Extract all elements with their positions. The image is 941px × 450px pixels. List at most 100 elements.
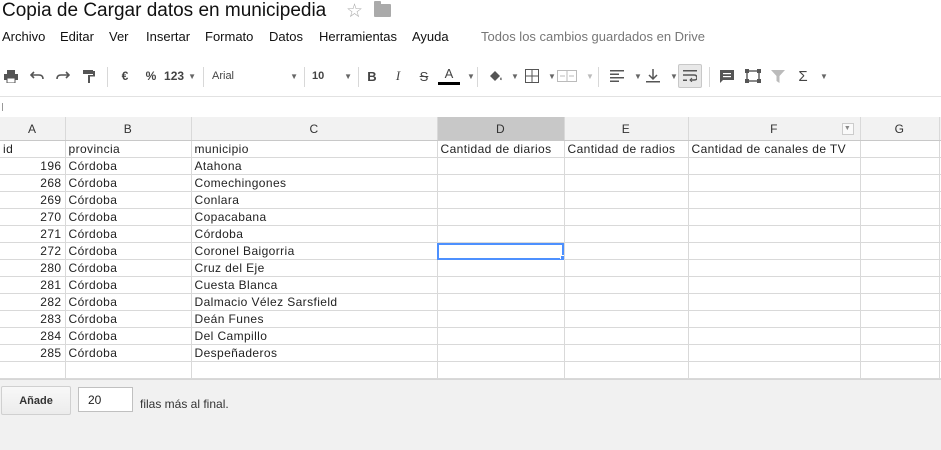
cell[interactable] (860, 293, 940, 311)
cell[interactable]: Del Campillo (191, 327, 438, 345)
merge-cells-icon[interactable] (556, 62, 578, 90)
align-left-icon[interactable] (608, 62, 626, 90)
strikethrough-button[interactable]: S (416, 62, 432, 90)
borders-icon[interactable] (523, 62, 541, 90)
bold-button[interactable]: B (364, 62, 380, 90)
chevron-down-icon[interactable]: ▼ (670, 72, 678, 81)
cell[interactable]: Cuesta Blanca (191, 276, 438, 294)
formula-bar[interactable] (0, 96, 941, 117)
cell[interactable]: 282 (0, 293, 66, 311)
cell[interactable] (437, 259, 565, 277)
font-family-select[interactable]: Arial ▼ (212, 62, 298, 90)
cell[interactable] (437, 293, 565, 311)
chevron-down-icon[interactable]: ▼ (548, 72, 556, 81)
cell[interactable]: provincia (65, 140, 192, 158)
cell[interactable] (564, 310, 689, 328)
cell[interactable] (437, 310, 565, 328)
chevron-down-icon[interactable]: ▼ (467, 72, 475, 81)
cell[interactable] (688, 310, 861, 328)
cell[interactable] (0, 361, 66, 379)
column-header-f[interactable]: F ▼ (688, 117, 861, 141)
redo-icon[interactable] (54, 62, 72, 90)
cell[interactable] (437, 327, 565, 345)
wrap-text-icon[interactable] (678, 64, 702, 88)
cell[interactable]: Córdoba (65, 327, 192, 345)
cell[interactable]: 283 (0, 310, 66, 328)
cell[interactable]: Córdoba (65, 293, 192, 311)
menu-datos[interactable]: Datos (269, 29, 303, 44)
cell[interactable]: 272 (0, 242, 66, 260)
cell[interactable] (437, 276, 565, 294)
cell[interactable] (688, 174, 861, 192)
cell[interactable] (437, 174, 565, 192)
cell[interactable] (860, 225, 940, 243)
cell[interactable]: Córdoba (65, 225, 192, 243)
cell[interactable] (564, 208, 689, 226)
cell[interactable] (564, 242, 689, 260)
cell[interactable] (564, 293, 689, 311)
undo-icon[interactable] (28, 62, 46, 90)
cell[interactable]: 270 (0, 208, 66, 226)
menu-ayuda[interactable]: Ayuda (412, 29, 449, 44)
cell[interactable] (564, 361, 689, 379)
cell[interactable]: Despeñaderos (191, 344, 438, 362)
cell[interactable]: Cantidad de diarios (437, 140, 565, 158)
cell[interactable] (860, 191, 940, 209)
cell[interactable]: Dalmacio Vélez Sarsfield (191, 293, 438, 311)
cell[interactable]: 271 (0, 225, 66, 243)
paint-format-icon[interactable] (80, 62, 98, 90)
cell[interactable] (688, 157, 861, 175)
cell[interactable] (564, 276, 689, 294)
chevron-down-icon[interactable]: ▼ (634, 72, 642, 81)
menu-herramientas[interactable]: Herramientas (319, 29, 397, 44)
cell[interactable]: Copacabana (191, 208, 438, 226)
cell[interactable] (191, 361, 438, 379)
percent-format-button[interactable]: % (143, 62, 159, 90)
cell[interactable]: Deán Funes (191, 310, 438, 328)
chevron-down-icon[interactable]: ▼ (511, 72, 519, 81)
chevron-down-icon[interactable]: ▼ (820, 72, 828, 81)
cell[interactable] (860, 344, 940, 362)
cell[interactable]: Atahona (191, 157, 438, 175)
cell[interactable]: 284 (0, 327, 66, 345)
cell[interactable] (860, 327, 940, 345)
cell[interactable] (688, 259, 861, 277)
cell[interactable]: 196 (0, 157, 66, 175)
cell[interactable] (437, 225, 565, 243)
cell[interactable] (860, 157, 940, 175)
column-header-c[interactable]: C (191, 117, 438, 141)
cell[interactable] (437, 157, 565, 175)
cell[interactable] (688, 344, 861, 362)
column-header-b[interactable]: B (65, 117, 192, 141)
cell[interactable]: 280 (0, 259, 66, 277)
cell[interactable] (437, 191, 565, 209)
cell[interactable]: Cantidad de canales de TV (688, 140, 861, 158)
cell[interactable]: 285 (0, 344, 66, 362)
cell[interactable] (860, 140, 940, 158)
cell[interactable] (860, 361, 940, 379)
cell[interactable]: Coronel Baigorria (191, 242, 438, 260)
cell[interactable]: id (0, 140, 66, 158)
cell[interactable]: Córdoba (65, 310, 192, 328)
star-icon[interactable]: ☆ (346, 0, 363, 23)
menu-editar[interactable]: Editar (60, 29, 94, 44)
cell[interactable] (688, 191, 861, 209)
insert-chart-icon[interactable] (743, 62, 763, 90)
vertical-align-icon[interactable] (644, 62, 662, 90)
column-header-g[interactable]: G (860, 117, 940, 141)
cell[interactable]: Córdoba (65, 344, 192, 362)
cell[interactable] (860, 310, 940, 328)
cell[interactable] (688, 225, 861, 243)
cell[interactable]: Córdoba (65, 157, 192, 175)
menu-formato[interactable]: Formato (205, 29, 253, 44)
menu-ver[interactable]: Ver (109, 29, 129, 44)
column-header-a[interactable]: A (0, 117, 66, 141)
cell[interactable]: Córdoba (65, 208, 192, 226)
cell[interactable]: Córdoba (65, 191, 192, 209)
cell[interactable]: Córdoba (65, 174, 192, 192)
cell[interactable]: Córdoba (65, 242, 192, 260)
column-header-d[interactable]: D (437, 117, 565, 141)
cell[interactable] (860, 208, 940, 226)
cell[interactable] (688, 327, 861, 345)
cell[interactable] (860, 174, 940, 192)
